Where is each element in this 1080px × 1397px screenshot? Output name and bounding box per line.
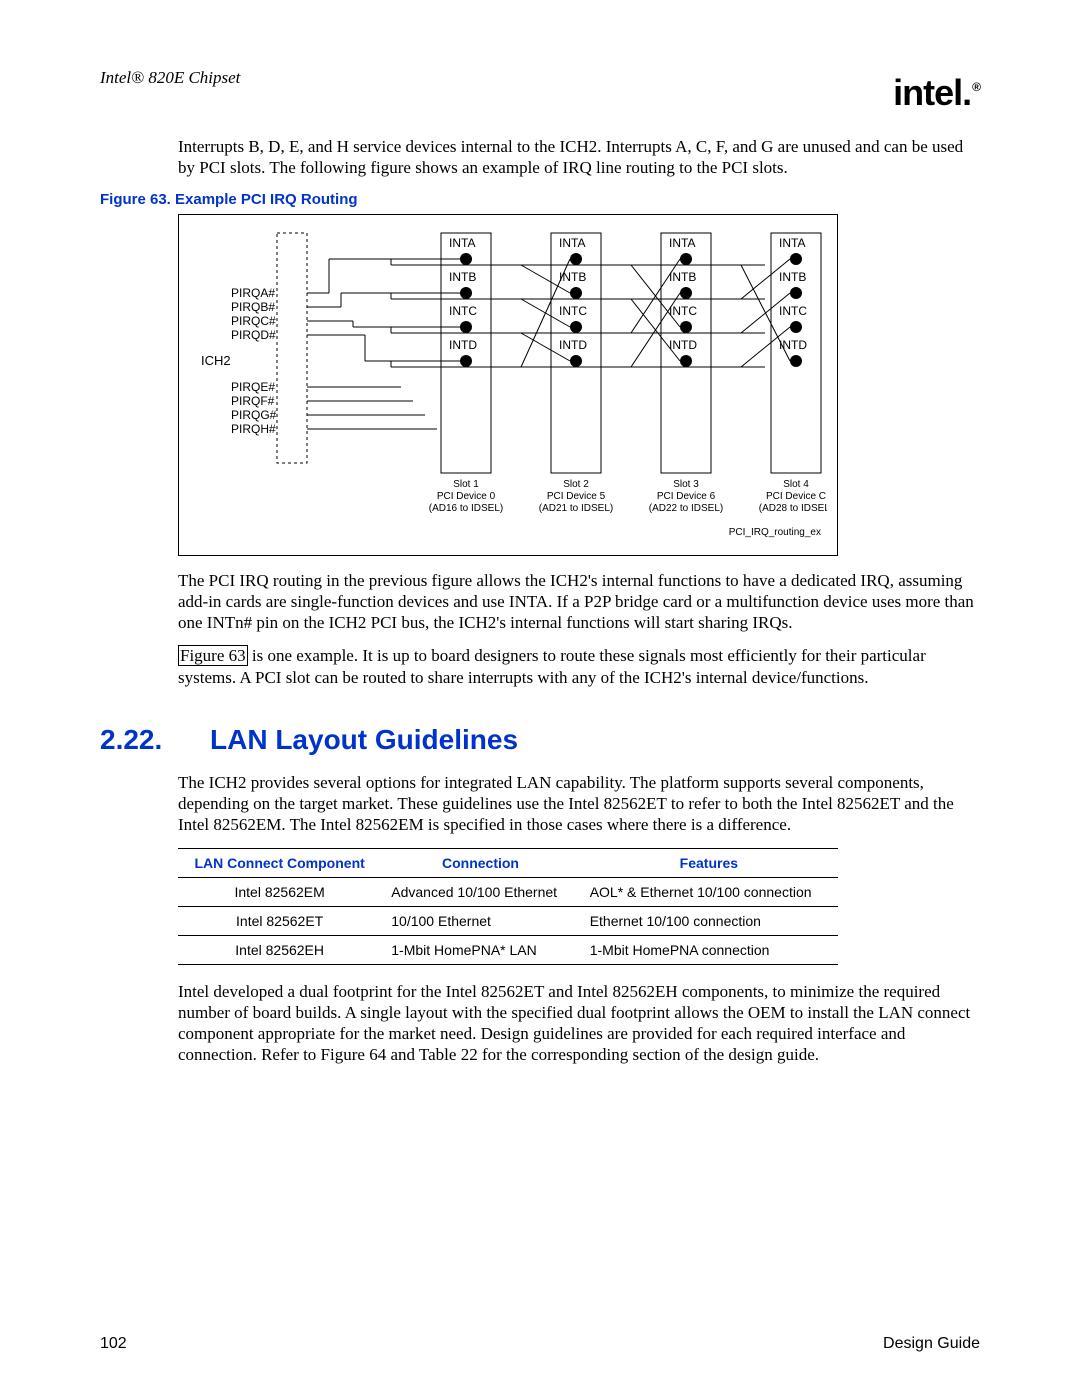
int-label: INTC — [559, 304, 587, 318]
th-component: LAN Connect Component — [178, 848, 381, 877]
pirq-label: PIRQB# — [231, 300, 275, 314]
pirq-label: PIRQG# — [231, 408, 277, 422]
slot-device: PCI Device 6 — [657, 491, 716, 502]
section-number: 2.22. — [100, 724, 178, 756]
pirq-label: PIRQA# — [231, 286, 275, 300]
running-head: Intel® 820E Chipset — [100, 68, 980, 88]
slot-name: Slot 4 — [783, 479, 809, 490]
th-features: Features — [580, 848, 838, 877]
int-label: INTA — [669, 236, 695, 250]
int-label: INTA — [779, 236, 805, 250]
cell-component: Intel 82562EM — [178, 877, 381, 906]
post-figure-para-1: The PCI IRQ routing in the previous figu… — [178, 570, 980, 634]
cell-features: AOL* & Ethernet 10/100 connection — [580, 877, 838, 906]
pirq-label: PIRQD# — [231, 328, 276, 342]
section-title: LAN Layout Guidelines — [210, 724, 518, 756]
figure-box: ICH2 PIRQA# PIRQB# PIRQC# PIRQD# PIRQE# … — [178, 214, 838, 556]
doc-label: Design Guide — [883, 1335, 980, 1353]
int-label: INTC — [779, 304, 807, 318]
pirq-label: PIRQH# — [231, 422, 276, 436]
pirq-label: PIRQF# — [231, 394, 275, 408]
slot-idsel: (AD21 to IDSEL) — [539, 503, 613, 514]
cell-connection: Advanced 10/100 Ethernet — [381, 877, 579, 906]
int-label: INTA — [449, 236, 475, 250]
page-number: 102 — [100, 1335, 127, 1353]
int-label: INTB — [669, 270, 696, 284]
cell-connection: 1-Mbit HomePNA* LAN — [381, 935, 579, 964]
slot-device: PCI Device C — [766, 491, 826, 502]
slot-device: PCI Device 0 — [437, 491, 496, 502]
routing-diagram: ICH2 PIRQA# PIRQB# PIRQC# PIRQD# PIRQE# … — [191, 225, 827, 545]
intro-paragraph: Interrupts B, D, E, and H service device… — [178, 136, 980, 179]
cell-connection: 10/100 Ethernet — [381, 906, 579, 935]
slot-device: PCI Device 5 — [547, 491, 606, 502]
cell-component: Intel 82562ET — [178, 906, 381, 935]
int-label: INTB — [779, 270, 806, 284]
int-label: INTB — [559, 270, 586, 284]
slot-name: Slot 3 — [673, 479, 699, 490]
post-figure-para-2: Figure 63 is one example. It is up to bo… — [178, 645, 980, 688]
pirq-label: PIRQE# — [231, 380, 275, 394]
figure-caption: Figure 63. Example PCI IRQ Routing — [100, 191, 980, 208]
int-label: INTD — [449, 338, 477, 352]
logo-word: intel — [893, 72, 962, 113]
intel-logo: intel.® — [893, 72, 980, 114]
th-connection: Connection — [381, 848, 579, 877]
slot-name: Slot 1 — [453, 479, 479, 490]
section-para-1: The ICH2 provides several options for in… — [178, 772, 980, 836]
slot-idsel: (AD16 to IDSEL) — [429, 503, 503, 514]
int-label: INTD — [559, 338, 587, 352]
int-label: INTA — [559, 236, 585, 250]
int-label: INTB — [449, 270, 476, 284]
slot-idsel: (AD22 to IDSEL) — [649, 503, 723, 514]
table-header-row: LAN Connect Component Connection Feature… — [178, 848, 838, 877]
post-figure-para-2-rest: is one example. It is up to board design… — [178, 646, 926, 686]
logo-dot: . — [962, 72, 972, 113]
figure-footer-tag: PCI_IRQ_routing_ex — [729, 527, 821, 538]
cell-component: Intel 82562EH — [178, 935, 381, 964]
table-row: Intel 82562ET 10/100 Ethernet Ethernet 1… — [178, 906, 838, 935]
int-label: INTD — [779, 338, 807, 352]
int-label: INTC — [449, 304, 477, 318]
ich2-label: ICH2 — [201, 353, 231, 368]
slot-name: Slot 2 — [563, 479, 589, 490]
int-label: INTD — [669, 338, 697, 352]
slot-idsel: (AD28 to IDSEL) — [759, 503, 827, 514]
logo-reg: ® — [972, 80, 980, 94]
pirq-label: PIRQC# — [231, 314, 276, 328]
lan-components-table: LAN Connect Component Connection Feature… — [178, 848, 838, 965]
int-label: INTC — [669, 304, 697, 318]
section-para-2: Intel developed a dual footprint for the… — [178, 981, 980, 1066]
cell-features: Ethernet 10/100 connection — [580, 906, 838, 935]
cell-features: 1-Mbit HomePNA connection — [580, 935, 838, 964]
figure-crossref-link[interactable]: Figure 63 — [178, 645, 248, 666]
table-row: Intel 82562EM Advanced 10/100 Ethernet A… — [178, 877, 838, 906]
table-row: Intel 82562EH 1-Mbit HomePNA* LAN 1-Mbit… — [178, 935, 838, 964]
